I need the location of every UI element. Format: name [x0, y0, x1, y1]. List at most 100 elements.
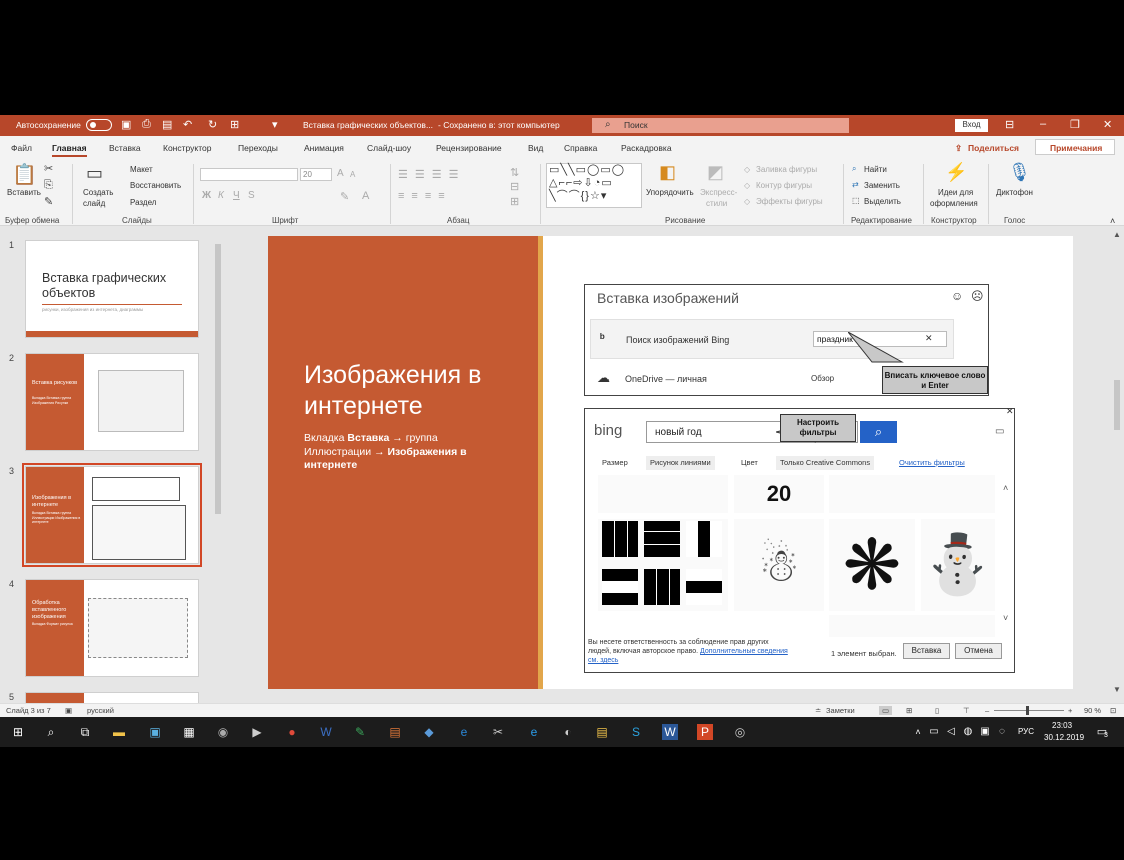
slide-thumbnail-1[interactable]: Вставка графических объектов рисунки, из…	[25, 240, 199, 338]
calculator-icon[interactable]: ▦	[181, 724, 197, 740]
clock-time[interactable]: 23:03	[1052, 721, 1072, 730]
scroll-thumb[interactable]	[215, 244, 221, 514]
fit-slide-icon[interactable]: ⊡	[1110, 706, 1116, 715]
present-icon[interactable]: ⊞	[230, 118, 239, 131]
chrome-icon[interactable]: ●	[284, 724, 300, 740]
tab-insert[interactable]: Вставка	[109, 143, 141, 153]
tab-transitions[interactable]: Переходы	[238, 143, 278, 153]
app-icon[interactable]: ◉	[215, 724, 231, 740]
slide-thumbnail-3[interactable]: Изображения в интернете Вкладка Вставка …	[22, 463, 202, 567]
input-language[interactable]: РУС	[1018, 727, 1034, 736]
tab-animations[interactable]: Анимация	[304, 143, 344, 153]
windows-start-icon[interactable]: ⊞	[10, 724, 26, 740]
customize-icon[interactable]: ▾	[272, 118, 278, 131]
file-explorer-icon[interactable]: ▬	[111, 724, 127, 740]
save-icon[interactable]: ▣	[121, 118, 131, 131]
find-icon[interactable]: ⌕	[852, 164, 856, 174]
font-color-icon[interactable]: A	[362, 190, 369, 202]
section-button[interactable]: Раздел	[130, 198, 156, 207]
shape-fill-icon[interactable]: ◇	[744, 165, 750, 174]
tray-app-icon[interactable]: ▣	[977, 724, 993, 740]
tab-view[interactable]: Вид	[528, 143, 543, 153]
zoom-slider[interactable]	[994, 710, 1064, 711]
font-size-field[interactable]: 20	[300, 168, 332, 181]
new-slide-label-2[interactable]: слайд	[83, 199, 105, 208]
font-name-field[interactable]	[200, 168, 298, 181]
shape-outline-icon[interactable]: ◇	[744, 181, 750, 190]
align-icons[interactable]: ≡≡≡≡	[398, 190, 452, 202]
shrink-font-icon[interactable]: A	[350, 170, 355, 179]
tab-home[interactable]: Главная	[52, 143, 87, 157]
shape-fill-button[interactable]: Заливка фигуры	[756, 165, 817, 174]
app-icon[interactable]: ◆	[421, 724, 437, 740]
notes-icon[interactable]: ≐	[815, 706, 821, 715]
replace-button[interactable]: Заменить	[864, 181, 900, 190]
select-icon[interactable]: ⬚	[852, 196, 860, 205]
minimize-icon[interactable]: –	[1040, 118, 1046, 130]
shape-outline-button[interactable]: Контур фигуры	[756, 181, 812, 190]
design-ideas-label-2[interactable]: оформления	[930, 199, 978, 208]
align-text-icon[interactable]: ⊟	[510, 180, 519, 193]
scroll-down-icon[interactable]: ▼	[1113, 685, 1121, 694]
comments-button[interactable]: Примечания	[1035, 139, 1115, 155]
ie-icon[interactable]: e	[456, 724, 472, 740]
find-button[interactable]: Найти	[864, 165, 887, 174]
zoom-slider-thumb[interactable]	[1026, 706, 1029, 715]
shape-effects-icon[interactable]: ◇	[744, 197, 750, 206]
powerpoint-icon[interactable]: P	[697, 724, 713, 740]
slide-canvas[interactable]: Изображения в интернете Вкладка Вставка …	[268, 236, 1073, 689]
text-direction-icon[interactable]: ⇅	[510, 166, 519, 179]
maximize-icon[interactable]: ❐	[1070, 118, 1080, 131]
media-player-icon[interactable]: ▶	[249, 724, 265, 740]
app-icon[interactable]: ▤	[594, 724, 610, 740]
slide-scrollbar[interactable]: ▲ ▼	[1112, 230, 1122, 700]
smartart-icon[interactable]: ⊞	[510, 195, 519, 208]
replace-icon[interactable]: ⇄	[852, 180, 859, 189]
slideshow-icon[interactable]: ⊤	[963, 706, 970, 715]
language[interactable]: русский	[87, 706, 114, 715]
underline-button[interactable]: Ч	[233, 190, 240, 201]
task-view-icon[interactable]: ⧉	[77, 724, 93, 740]
edge-icon[interactable]: e	[526, 724, 542, 740]
notes-button[interactable]: Заметки	[826, 706, 855, 715]
tab-storyboard[interactable]: Раскадровка	[621, 143, 672, 153]
slide-sorter-icon[interactable]: ⊞	[906, 706, 912, 715]
dictate-label[interactable]: Диктофон	[996, 188, 1033, 197]
shape-effects-button[interactable]: Эффекты фигуры	[756, 197, 823, 206]
from-start-icon[interactable]: ▤	[162, 118, 172, 131]
paste-label[interactable]: Вставить	[7, 188, 41, 197]
cut-icon[interactable]: ✂	[44, 162, 53, 175]
paste-icon[interactable]: 📋	[12, 162, 37, 187]
slide-title[interactable]: Изображения в интернете	[304, 360, 524, 422]
app-icon[interactable]: ◐	[560, 724, 576, 740]
design-ideas-icon[interactable]: ⚡	[945, 162, 967, 183]
tab-slideshow[interactable]: Слайд-шоу	[367, 143, 411, 153]
normal-view-icon[interactable]: ▭	[879, 706, 893, 715]
app-icon[interactable]: ✎	[352, 724, 368, 740]
close-icon[interactable]: ✕	[1103, 118, 1112, 131]
slide-thumbnail-2[interactable]: Вставка рисунков Вкладка Вставка группа …	[25, 353, 199, 451]
tab-review[interactable]: Рецензирование	[436, 143, 502, 153]
shapes-gallery[interactable]: ▭╲╲▭◯▭◯ △⌐⌐⇨⇩◔▭ ╲⌒⌒{}☆▾	[546, 163, 642, 208]
spellcheck-icon[interactable]: ▣	[65, 706, 72, 715]
tray-app-icon[interactable]: ◌	[994, 724, 1010, 740]
zoom-level[interactable]: 90 %	[1084, 706, 1101, 715]
quick-styles-label-1[interactable]: Экспресс-	[700, 188, 737, 197]
tray-chevron-icon[interactable]: ˄	[910, 724, 926, 740]
zoom-in-icon[interactable]: +	[1068, 706, 1072, 715]
slide-subtitle[interactable]: Вкладка Вставка → группа Иллюстрации → И…	[304, 432, 504, 473]
volume-icon[interactable]: ◁	[943, 724, 959, 740]
strikethrough-button[interactable]: S	[248, 190, 255, 201]
search-icon[interactable]: ⌕	[43, 724, 59, 740]
print-icon[interactable]: ⎙	[142, 118, 151, 131]
scroll-up-icon[interactable]: ▲	[1113, 230, 1121, 239]
word-icon[interactable]: W	[318, 724, 334, 740]
quick-styles-icon[interactable]: ◩	[707, 162, 724, 183]
collapse-ribbon-icon[interactable]: ˄	[1110, 216, 1115, 226]
tab-file[interactable]: Файл	[11, 143, 32, 153]
new-slide-icon[interactable]: ▭	[86, 163, 103, 184]
arrange-icon[interactable]: ◧	[659, 162, 676, 183]
design-ideas-label-1[interactable]: Идеи для	[938, 188, 973, 197]
reset-button[interactable]: Восстановить	[130, 181, 181, 190]
italic-button[interactable]: К	[218, 190, 224, 201]
